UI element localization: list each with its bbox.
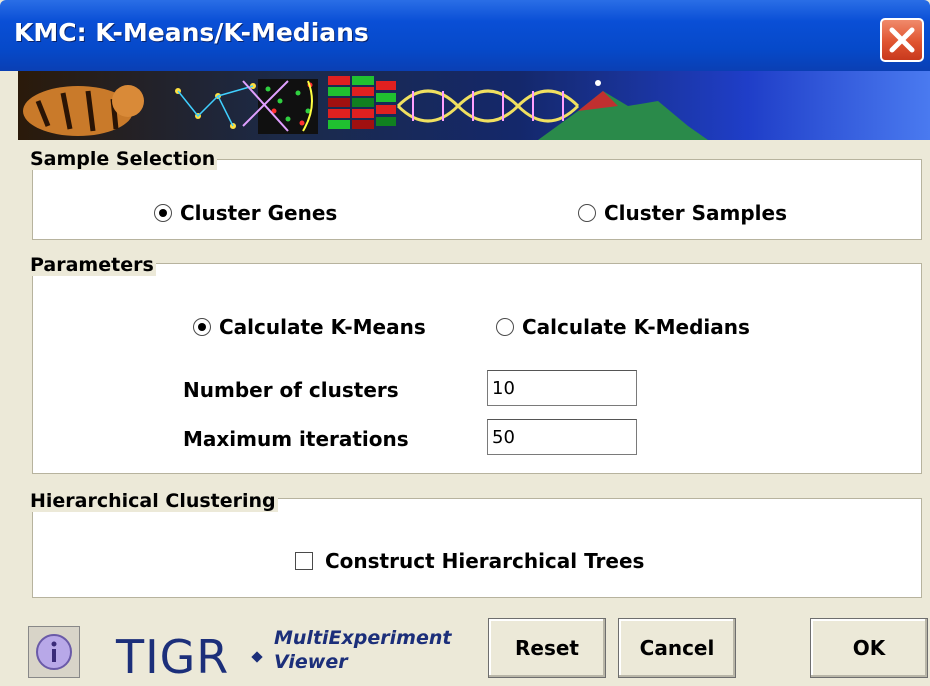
title-bar[interactable]: KMC: K-Means/K-Medians	[0, 0, 930, 71]
reset-button[interactable]: Reset	[488, 618, 606, 678]
sample-selection-title: Sample Selection	[28, 148, 218, 170]
kmedians-label: Calculate K-Medians	[522, 315, 750, 339]
mev-line1: MultiExperiment	[274, 627, 452, 649]
logo-dot	[251, 651, 263, 663]
kmedians-radio[interactable]: Calculate K-Medians	[496, 315, 750, 339]
cancel-button[interactable]: Cancel	[618, 618, 736, 678]
hierarchical-title: Hierarchical Clustering	[28, 490, 278, 512]
close-button[interactable]	[880, 18, 924, 62]
tigr-banner-image	[18, 71, 930, 140]
tigr-logo: TIGR	[116, 630, 230, 684]
radio-unselected-icon	[578, 204, 596, 222]
info-button[interactable]	[28, 626, 80, 678]
construct-trees-checkbox[interactable]: Construct Hierarchical Trees	[295, 549, 644, 573]
num-clusters-label: Number of clusters	[183, 378, 399, 402]
radio-selected-icon	[193, 318, 211, 336]
cluster-genes-label: Cluster Genes	[180, 201, 338, 225]
dialog-content: Sample Selection Cluster Genes Cluster S…	[18, 140, 930, 618]
max-iterations-input[interactable]	[487, 419, 637, 455]
radio-selected-icon	[154, 204, 172, 222]
close-icon	[889, 27, 915, 53]
kmeans-label: Calculate K-Means	[219, 315, 426, 339]
mev-logo: MultiExperiment Viewer	[274, 626, 451, 674]
hierarchical-group	[32, 498, 922, 598]
checkbox-unchecked-icon	[295, 552, 313, 570]
info-icon	[36, 634, 72, 670]
max-iterations-label: Maximum iterations	[183, 427, 409, 451]
parameters-group	[32, 263, 922, 474]
cluster-samples-radio[interactable]: Cluster Samples	[578, 201, 787, 225]
construct-trees-label: Construct Hierarchical Trees	[325, 549, 645, 573]
ok-button[interactable]: OK	[810, 618, 928, 678]
sample-selection-group	[32, 159, 922, 240]
dialog-footer: TIGR MultiExperiment Viewer Reset Cancel…	[18, 618, 930, 686]
cluster-samples-label: Cluster Samples	[604, 201, 788, 225]
kmeans-radio[interactable]: Calculate K-Means	[193, 315, 426, 339]
cluster-genes-radio[interactable]: Cluster Genes	[154, 201, 337, 225]
window-title: KMC: K-Means/K-Medians	[14, 18, 369, 47]
radio-unselected-icon	[496, 318, 514, 336]
num-clusters-input[interactable]	[487, 370, 637, 406]
parameters-title: Parameters	[28, 254, 156, 276]
mev-line2: Viewer	[274, 651, 348, 673]
